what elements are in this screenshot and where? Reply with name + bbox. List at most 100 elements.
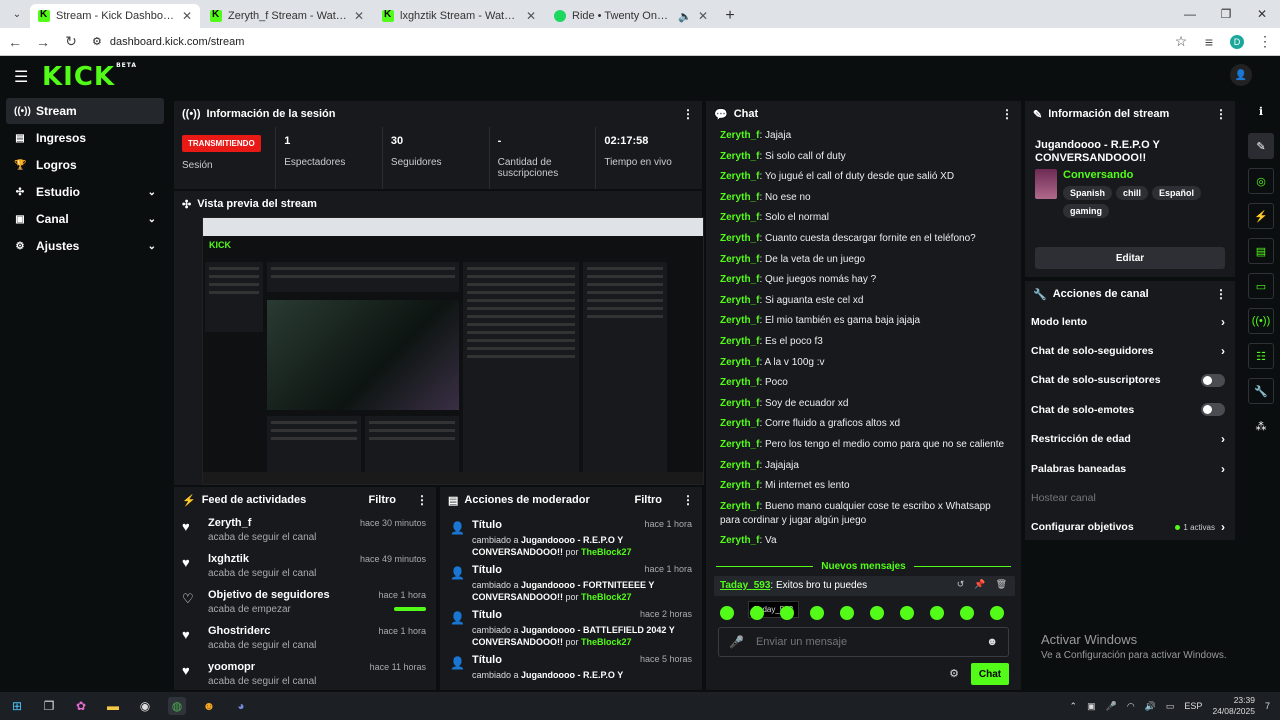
emote-icon[interactable] xyxy=(870,606,884,620)
microphone-icon[interactable]: 🎤 xyxy=(729,635,744,649)
chat-message[interactable]: Zeryth_f: Mi internet es lento xyxy=(720,479,1007,493)
battery-icon[interactable]: ▭ xyxy=(1166,701,1175,712)
chat-username[interactable]: Zeryth_f xyxy=(720,357,759,368)
user-avatar[interactable]: 👤 xyxy=(1230,64,1252,86)
profile-avatar[interactable]: D xyxy=(1230,34,1244,49)
hamburger-menu-icon[interactable]: ☰ xyxy=(14,67,38,87)
wifi-icon[interactable]: ◠ xyxy=(1127,701,1135,712)
sidebar-item-logros[interactable]: 🏆 Logros xyxy=(6,152,164,178)
chat-message[interactable]: Zeryth_f: Soy de ecuador xd xyxy=(720,397,1007,411)
chat-username[interactable]: Zeryth_f xyxy=(720,315,759,326)
chat-username[interactable]: Zeryth_f xyxy=(720,171,759,182)
chat-username[interactable]: Zeryth_f xyxy=(720,439,759,450)
more-options-icon[interactable]: ⋮ xyxy=(682,107,694,121)
minimize-icon[interactable]: — xyxy=(1172,0,1208,28)
chat-username[interactable]: Zeryth_f xyxy=(720,192,759,203)
system-clock[interactable]: 23:39 24/08/2025 xyxy=(1212,695,1255,717)
chevron-up-icon[interactable]: ⌃ xyxy=(1070,701,1078,712)
chat-message[interactable]: Zeryth_f: Corre fluido a graficos altos … xyxy=(720,417,1007,431)
language-indicator[interactable]: ESP xyxy=(1184,701,1202,711)
emote-icon[interactable] xyxy=(840,606,854,620)
moderator-icon[interactable]: ☷ xyxy=(1248,343,1274,369)
chat-message[interactable]: Zeryth_f: Pero los tengo el medio como p… xyxy=(720,438,1007,452)
chat-username[interactable]: Taday_593 xyxy=(720,580,770,591)
chrome-icon[interactable]: ◍ xyxy=(168,697,186,715)
feed-filter-button[interactable]: Filtro xyxy=(369,494,397,506)
close-tab-icon[interactable]: ✕ xyxy=(182,9,192,23)
action-age-restriction[interactable]: Restricción de edad › xyxy=(1025,425,1235,454)
mod-filter-button[interactable]: Filtro xyxy=(635,494,663,506)
chat-username[interactable]: Zeryth_f xyxy=(720,377,759,388)
chat-message[interactable]: Zeryth_f: A la v 100g :v xyxy=(720,356,1007,370)
undo-icon[interactable]: ↺ xyxy=(957,579,965,590)
broadcast-icon[interactable]: ((•)) xyxy=(1248,308,1274,334)
discord-icon[interactable]: ◕ xyxy=(232,697,250,715)
emotes-only-toggle[interactable] xyxy=(1201,403,1225,417)
chat-username[interactable]: Zeryth_f xyxy=(720,151,759,162)
chat-bubble-icon[interactable]: ▭ xyxy=(1248,273,1274,299)
chat-username[interactable]: Zeryth_f xyxy=(720,336,759,347)
trash-icon[interactable]: 🗑 xyxy=(996,579,1007,590)
chat-message[interactable]: Zeryth_f: De la veta de un juego xyxy=(720,253,1007,267)
pencil-icon[interactable]: ✎ xyxy=(1248,133,1274,159)
layout-icon[interactable]: ⁂ xyxy=(1248,413,1274,439)
copilot-icon[interactable]: ✿ xyxy=(72,697,90,715)
chat-message[interactable]: Zeryth_f: Poco xyxy=(720,376,1007,390)
wrench-icon[interactable]: 🔧 xyxy=(1248,378,1274,404)
chat-message[interactable]: Zeryth_f: Cuanto cuesta descargar fornit… xyxy=(720,232,1007,246)
more-options-icon[interactable]: ⋮ xyxy=(1215,287,1227,301)
kick-logo[interactable]: KICKBETA xyxy=(42,62,137,92)
browser-tab-2[interactable]: lxghztik Stream - Watch Live on Kick ✕ xyxy=(374,4,544,28)
chat-username[interactable]: Zeryth_f xyxy=(720,398,759,409)
chat-message[interactable]: Zeryth_f: Es el poco f3 xyxy=(720,335,1007,349)
info-icon[interactable]: ℹ xyxy=(1248,98,1274,124)
restore-icon[interactable]: ❐ xyxy=(1208,0,1244,28)
emote-icon[interactable] xyxy=(750,606,764,620)
volume-icon[interactable]: 🔊 xyxy=(1145,701,1156,712)
chat-message[interactable]: Zeryth_f: Yo jugué el call of duty desde… xyxy=(720,170,1007,184)
file-explorer-icon[interactable]: ▬ xyxy=(104,697,122,715)
subscribers-only-toggle[interactable] xyxy=(1201,373,1225,387)
chat-username[interactable]: Zeryth_f xyxy=(720,233,759,244)
chat-message[interactable]: Zeryth_f: Jajaja xyxy=(720,129,1007,143)
task-view-icon[interactable]: ❐ xyxy=(40,697,58,715)
more-options-icon[interactable]: ⋮ xyxy=(1215,107,1227,121)
chat-username[interactable]: Zeryth_f xyxy=(720,418,759,429)
tray-icon[interactable]: ▣ xyxy=(1087,701,1096,712)
sidebar-item-estudio[interactable]: ✣ Estudio ⌄ xyxy=(6,179,164,205)
microphone-tray-icon[interactable]: 🎤 xyxy=(1106,701,1117,712)
windows-start-icon[interactable]: ⊞ xyxy=(8,697,26,715)
notification-badge[interactable]: 7 xyxy=(1265,701,1270,711)
chat-message[interactable]: Zeryth_f: Bueno mano cualquier cose te e… xyxy=(720,500,1007,528)
bolt-icon[interactable]: ⚡ xyxy=(1248,203,1274,229)
chat-message-input[interactable] xyxy=(755,636,975,648)
forward-icon[interactable]: → xyxy=(36,34,50,50)
sidebar-item-canal[interactable]: ▣ Canal ⌄ xyxy=(6,206,164,232)
chat-username[interactable]: Zeryth_f xyxy=(720,274,759,285)
edit-stream-button[interactable]: Editar xyxy=(1035,247,1225,269)
chat-username[interactable]: Zeryth_f xyxy=(720,254,759,265)
send-chat-button[interactable]: Chat xyxy=(971,663,1009,685)
preview-icon[interactable]: ◎ xyxy=(1248,168,1274,194)
app-icon[interactable]: ◉ xyxy=(136,697,154,715)
close-tab-icon[interactable]: ✕ xyxy=(526,9,536,23)
emote-icon[interactable] xyxy=(780,606,794,620)
action-goals[interactable]: Configurar objetivos 1 activas › xyxy=(1025,513,1235,542)
close-window-icon[interactable]: ✕ xyxy=(1244,0,1280,28)
close-tab-icon[interactable]: ✕ xyxy=(354,9,364,23)
tab-search-icon[interactable]: ⌄ xyxy=(4,0,30,28)
chat-username[interactable]: Zeryth_f xyxy=(720,212,759,223)
sidebar-item-ajustes[interactable]: ⚙ Ajustes ⌄ xyxy=(6,233,164,259)
action-banned-words[interactable]: Palabras baneadas › xyxy=(1025,454,1235,483)
stream-preview-image[interactable]: KICK xyxy=(202,217,704,485)
chat-username[interactable]: Zeryth_f xyxy=(720,295,759,306)
chat-message[interactable]: Zeryth_f: Si solo call of duty xyxy=(720,150,1007,164)
chat-username[interactable]: Zeryth_f xyxy=(720,535,759,546)
chat-username[interactable]: Zeryth_f xyxy=(720,130,759,141)
chat-message[interactable]: Zeryth_f: Que juegos nomás hay ? xyxy=(720,273,1007,287)
bookmark-star-icon[interactable]: ☆ xyxy=(1174,33,1188,50)
chat-message[interactable]: Zeryth_f: El mio también es gama baja ja… xyxy=(720,314,1007,328)
browser-tab-1[interactable]: Zeryth_f Stream - Watch Live on Kick ✕ xyxy=(202,4,372,28)
media-control-icon[interactable]: ≡ xyxy=(1202,34,1216,50)
more-options-icon[interactable]: ⋮ xyxy=(682,493,694,507)
